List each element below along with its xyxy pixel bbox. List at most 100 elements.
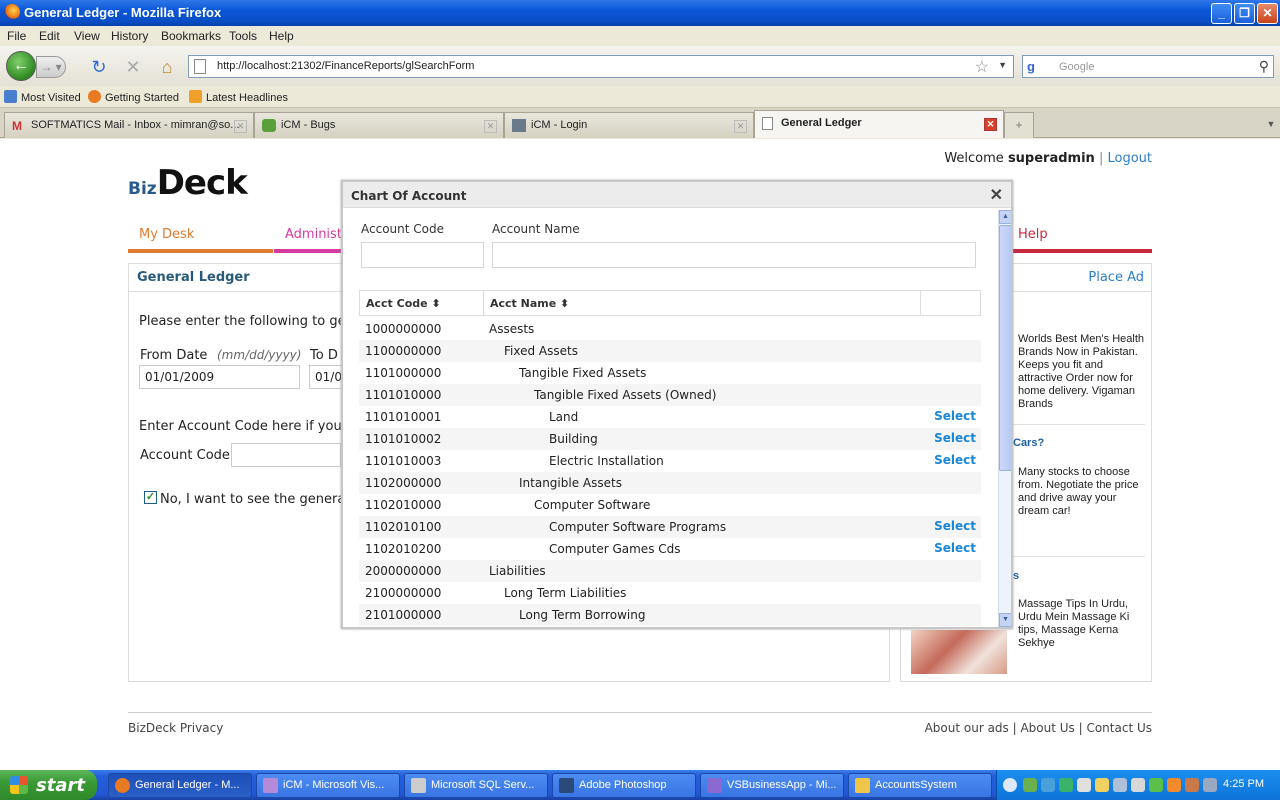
tab-icm-login[interactable]: iCM - Login ✕ xyxy=(504,112,754,138)
select-link[interactable]: Select xyxy=(934,519,976,533)
menu-view[interactable]: View xyxy=(74,29,100,43)
back-button[interactable]: ← xyxy=(6,51,36,81)
tray-icon[interactable] xyxy=(1023,778,1037,792)
table-row[interactable]: 1102010200 Computer Games Cds Select xyxy=(359,538,981,560)
scroll-up-icon[interactable]: ▲ xyxy=(999,210,1011,224)
bizdeck-logo[interactable]: BizDeck xyxy=(128,163,248,203)
ad-3-text[interactable]: Massage Tips In Urdu, Urdu Mein Massage … xyxy=(1018,598,1146,650)
table-row[interactable]: 2000000000 Liabilities xyxy=(359,560,981,582)
general-ledger-checkbox[interactable]: ✓ xyxy=(144,491,157,504)
tray-icon[interactable] xyxy=(1095,778,1109,792)
menu-history[interactable]: History xyxy=(111,29,148,43)
tray-icon[interactable] xyxy=(1131,778,1145,792)
ad-3-image[interactable] xyxy=(911,630,1007,674)
task-vsbusinessapp[interactable]: VSBusinessApp - Mi... xyxy=(700,773,844,798)
bookmark-latest-headlines[interactable]: Latest Headlines xyxy=(189,90,288,104)
sort-icon[interactable]: ⬍ xyxy=(431,297,440,310)
tray-expand-icon[interactable] xyxy=(1003,778,1017,792)
filter-account-name-input[interactable] xyxy=(492,242,976,268)
table-row[interactable]: 1100000000 Fixed Assets xyxy=(359,340,981,362)
tab-general-ledger[interactable]: General Ledger ✕ xyxy=(754,110,1004,138)
select-link[interactable]: Select xyxy=(934,431,976,445)
bookmark-getting-started[interactable]: Getting Started xyxy=(88,90,179,104)
close-tab-icon[interactable]: ✕ xyxy=(234,120,247,133)
col-acct-code[interactable]: Acct Code ⬍ xyxy=(366,297,441,310)
close-tab-icon[interactable]: ✕ xyxy=(484,120,497,133)
menu-edit[interactable]: Edit xyxy=(39,29,60,43)
close-tab-icon[interactable]: ✕ xyxy=(984,118,997,131)
ad-2-title[interactable]: Cars? xyxy=(1013,437,1044,449)
home-icon[interactable]: ⌂ xyxy=(156,56,178,78)
select-link[interactable]: Select xyxy=(934,541,976,555)
table-row[interactable]: 1101010003 Electric Installation Select xyxy=(359,450,981,472)
task-icm-visual-studio[interactable]: iCM - Microsoft Vis... xyxy=(256,773,400,798)
sort-icon[interactable]: ⬍ xyxy=(560,297,569,310)
search-bar[interactable]: g Google ⚲ xyxy=(1022,55,1274,78)
table-row[interactable]: 1000000000 Assests xyxy=(359,318,981,340)
close-window-button[interactable]: ✕ xyxy=(1257,3,1278,24)
minimize-button[interactable]: _ xyxy=(1211,3,1232,24)
menu-file[interactable]: File xyxy=(7,29,26,43)
table-row[interactable]: 1102000000 Intangible Assets xyxy=(359,472,981,494)
logout-link[interactable]: Logout xyxy=(1107,151,1152,166)
volume-icon[interactable] xyxy=(1203,778,1217,792)
task-photoshop[interactable]: Adobe Photoshop xyxy=(552,773,696,798)
table-row[interactable]: 1101010001 Land Select xyxy=(359,406,981,428)
reload-icon[interactable]: ↻ xyxy=(88,56,110,78)
tray-icon[interactable] xyxy=(1185,778,1199,792)
footer-links[interactable]: About our ads | About Us | Contact Us xyxy=(925,721,1152,735)
menu-bookmarks[interactable]: Bookmarks xyxy=(161,29,221,43)
url-bar[interactable]: http://localhost:21302/FinanceReports/gl… xyxy=(188,55,1014,78)
menu-help[interactable]: Help xyxy=(269,29,294,43)
place-ad-link[interactable]: Place Ad xyxy=(1088,270,1144,285)
tray-icon[interactable] xyxy=(1149,778,1163,792)
url-dropdown-icon[interactable]: ▼ xyxy=(998,60,1007,70)
tab-softmatics-mail[interactable]: M SOFTMATICS Mail - Inbox - mimran@so...… xyxy=(4,112,254,138)
search-placeholder: Google xyxy=(1059,61,1095,73)
forward-button[interactable]: → ▾ xyxy=(36,56,66,78)
tray-icon[interactable] xyxy=(1167,778,1181,792)
dialog-scrollbar[interactable]: ▲ ▼ xyxy=(998,210,1011,627)
ad-1-text[interactable]: Worlds Best Men's Health Brands Now in P… xyxy=(1018,333,1144,411)
menu-tools[interactable]: Tools xyxy=(229,29,257,43)
nav-help[interactable]: Help xyxy=(1007,225,1152,253)
bookmark-most-visited[interactable]: Most Visited xyxy=(4,90,81,104)
tray-icon[interactable] xyxy=(1059,778,1073,792)
tab-list-icon[interactable]: ▼ xyxy=(1262,112,1280,138)
select-link[interactable]: Select xyxy=(934,409,976,423)
table-row[interactable]: 2100000000 Long Term Liabilities xyxy=(359,582,981,604)
table-row[interactable]: 1102010000 Computer Software xyxy=(359,494,981,516)
bookmark-star-icon[interactable]: ☆ xyxy=(975,57,989,77)
stop-icon[interactable]: ✕ xyxy=(122,56,144,78)
tab-icm-bugs[interactable]: iCM - Bugs ✕ xyxy=(254,112,504,138)
select-link[interactable]: Select xyxy=(934,453,976,467)
task-sql-server[interactable]: Microsoft SQL Serv... xyxy=(404,773,548,798)
google-icon[interactable]: g xyxy=(1027,59,1035,74)
filter-account-code-input[interactable] xyxy=(361,242,484,268)
close-tab-icon[interactable]: ✕ xyxy=(734,120,747,133)
col-acct-name[interactable]: Acct Name ⬍ xyxy=(490,297,569,310)
table-row[interactable]: 1101000000 Tangible Fixed Assets xyxy=(359,362,981,384)
tray-icon[interactable] xyxy=(1113,778,1127,792)
nav-my-desk[interactable]: My Desk xyxy=(128,225,273,253)
ad-3-title[interactable]: s xyxy=(1013,570,1019,582)
table-row[interactable]: 1101010000 Tangible Fixed Assets (Owned) xyxy=(359,384,981,406)
task-accountssystem[interactable]: AccountsSystem xyxy=(848,773,992,798)
tray-icon[interactable] xyxy=(1041,778,1055,792)
start-button[interactable]: start xyxy=(0,770,97,800)
table-row[interactable]: 2101000000 Long Term Borrowing xyxy=(359,604,981,626)
new-tab-button[interactable]: + xyxy=(1004,112,1034,138)
table-row[interactable]: 1102010100 Computer Software Programs Sele… xyxy=(359,516,981,538)
footer-privacy-link[interactable]: BizDeck Privacy xyxy=(128,721,223,735)
dialog-close-icon[interactable]: ✕ xyxy=(990,185,1003,205)
account-code-input[interactable] xyxy=(231,443,341,467)
tray-icon[interactable] xyxy=(1077,778,1091,792)
ad-2-text[interactable]: Many stocks to choose from. Negotiate th… xyxy=(1018,466,1146,518)
task-general-ledger[interactable]: General Ledger - M... xyxy=(108,773,252,798)
from-date-input[interactable]: 01/01/2009 xyxy=(139,365,300,389)
scroll-down-icon[interactable]: ▼ xyxy=(999,613,1011,627)
search-icon[interactable]: ⚲ xyxy=(1259,58,1269,75)
table-row[interactable]: 1101010002 Building Select xyxy=(359,428,981,450)
maximize-button[interactable]: ❐ xyxy=(1234,3,1255,24)
scroll-thumb[interactable] xyxy=(999,225,1011,471)
